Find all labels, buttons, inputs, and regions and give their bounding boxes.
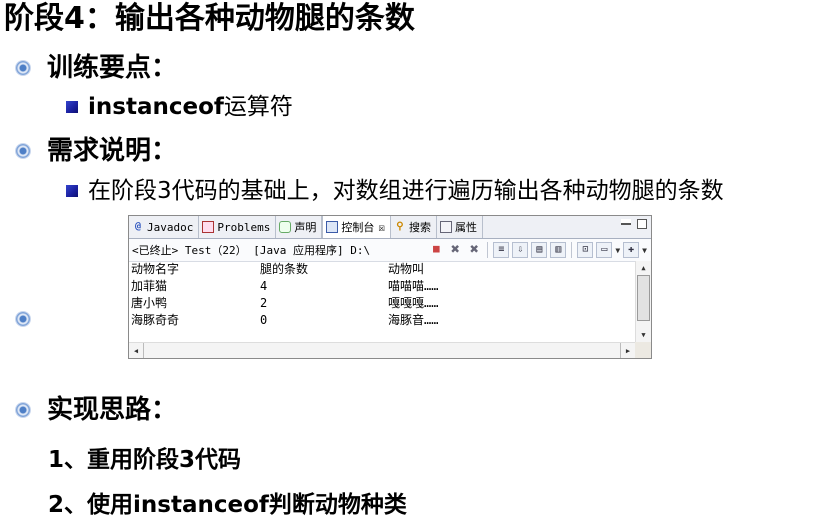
console-status-bar: <已终止> Test（22） [Java 应用程序] D:\ ■ ✖ ✖ ≡ ⇩… <box>129 239 651 262</box>
minimize-button[interactable] <box>621 219 631 225</box>
at-icon: @ <box>134 221 142 232</box>
leg-count: 4 <box>260 279 268 293</box>
scrollbar-corner <box>635 342 651 358</box>
console-row: 唐小鸭 2 嘎嘎嘎…… <box>129 295 635 312</box>
requirement-item: 在阶段3代码的基础上，对数组进行遍历输出各种动物腿的条数 <box>66 177 724 205</box>
bullet-circle-icon <box>16 144 30 158</box>
toolbar-separator <box>571 242 573 258</box>
close-icon[interactable]: ☒ <box>378 221 385 234</box>
maximize-button[interactable] <box>637 219 647 229</box>
chevron-down-icon[interactable]: ▼ <box>642 246 647 255</box>
toolbar-separator <box>487 242 489 258</box>
header-animal-name: 动物名字 <box>131 262 180 276</box>
view-window-controls <box>621 219 647 229</box>
tab-properties[interactable]: 属性 <box>437 216 483 238</box>
animal-name: 唐小鸭 <box>131 296 168 310</box>
scroll-lock-icon[interactable]: ⇩ <box>512 242 529 258</box>
tab-label: Problems <box>217 220 271 234</box>
console-status-text: <已终止> Test（22） [Java 应用程序] D:\ <box>132 244 371 257</box>
keyword-text: instanceof <box>88 94 224 120</box>
section-implementation: 实现思路： <box>16 395 177 425</box>
view-tab-bar: @ Javadoc Problems 声明 控制台 ☒ ⚲ 搜索 属性 <box>129 216 651 239</box>
scroll-up-icon[interactable]: ▲ <box>636 261 651 275</box>
horizontal-scrollbar[interactable]: ◀ ▶ <box>129 342 635 358</box>
properties-icon <box>439 221 452 233</box>
animal-sound: 海豚音…… <box>388 313 439 327</box>
bullet-circle-icon <box>16 403 30 417</box>
section-heading: 训练要点： <box>47 53 178 83</box>
tab-label: 搜索 <box>408 221 431 234</box>
problems-icon <box>202 221 215 233</box>
chevron-down-icon[interactable]: ▼ <box>615 246 620 255</box>
scrollbar-thumb[interactable] <box>637 275 650 321</box>
animal-name: 海豚奇奇 <box>131 313 180 327</box>
slide-title: 阶段4：输出各种动物腿的条数 <box>4 1 415 36</box>
training-point-item: instanceof运算符 <box>66 93 293 121</box>
leg-count: 0 <box>260 313 268 327</box>
pin-console-icon[interactable]: ⊡ <box>577 242 594 258</box>
header-leg-count: 腿的条数 <box>260 262 309 276</box>
console-bullet <box>16 312 30 326</box>
bullet-circle-icon <box>16 312 30 326</box>
tab-search[interactable]: ⚲ 搜索 <box>391 216 437 238</box>
remove-launch-icon[interactable]: ✖ <box>447 242 463 258</box>
console-row: 海豚奇奇 0 海豚音…… <box>129 312 635 329</box>
console-icon <box>326 221 339 233</box>
tab-problems[interactable]: Problems <box>199 216 277 238</box>
console-header-row: 动物名字 腿的条数 动物叫 <box>129 261 635 278</box>
section-heading: 需求说明： <box>47 136 178 166</box>
scroll-right-icon[interactable]: ▶ <box>620 343 635 358</box>
step-item: 1、重用阶段3代码 <box>48 447 242 473</box>
show-console-on-error-icon[interactable]: ▥ <box>550 242 567 258</box>
console-row: 加菲猫 4 喵喵喵…… <box>129 278 635 295</box>
tab-label: Javadoc <box>147 220 194 234</box>
tab-declaration[interactable]: 声明 <box>276 216 323 238</box>
bullet-square-icon <box>66 101 78 113</box>
animal-name: 加菲猫 <box>131 279 168 293</box>
remove-all-terminated-icon[interactable]: ✖ <box>466 242 482 258</box>
tab-label: 声明 <box>294 221 317 234</box>
declaration-icon <box>279 221 292 233</box>
step-item: 2、使用instanceof判断动物种类 <box>48 492 407 518</box>
item-text: 在阶段3代码的基础上，对数组进行遍历输出各种动物腿的条数 <box>88 178 724 204</box>
open-console-icon[interactable]: ✚ <box>623 242 640 258</box>
scroll-down-icon[interactable]: ▼ <box>636 328 651 342</box>
tab-label: 控制台 <box>341 221 375 234</box>
header-animal-sound: 动物叫 <box>388 262 425 276</box>
eclipse-console-panel: @ Javadoc Problems 声明 控制台 ☒ ⚲ 搜索 属性 <已终止… <box>128 215 652 359</box>
section-training-points: 训练要点： <box>16 53 177 83</box>
tab-console[interactable]: 控制台 ☒ <box>322 216 391 238</box>
section-requirements: 需求说明： <box>16 136 177 166</box>
terminate-icon[interactable]: ■ <box>428 242 444 258</box>
tab-javadoc[interactable]: @ Javadoc <box>129 216 200 238</box>
display-selected-console-icon[interactable]: ▭ <box>596 242 613 258</box>
tab-label: 属性 <box>454 221 477 234</box>
scroll-left-icon[interactable]: ◀ <box>129 343 144 358</box>
bullet-square-icon <box>66 185 78 197</box>
animal-sound: 嘎嘎嘎…… <box>388 296 439 310</box>
animal-sound: 喵喵喵…… <box>388 279 439 293</box>
search-icon: ⚲ <box>396 221 404 232</box>
leg-count: 2 <box>260 296 268 310</box>
show-console-on-output-icon[interactable]: ▤ <box>531 242 548 258</box>
console-toolbar: ■ ✖ ✖ ≡ ⇩ ▤ ▥ ⊡ ▭ ▼ ✚ ▼ <box>428 242 647 258</box>
section-heading: 实现思路： <box>47 395 178 425</box>
vertical-scrollbar[interactable]: ▲ ▼ <box>635 261 651 342</box>
clear-console-icon[interactable]: ≡ <box>493 242 510 258</box>
item-text: 运算符 <box>223 94 293 120</box>
console-output[interactable]: 动物名字 腿的条数 动物叫 加菲猫 4 喵喵喵…… 唐小鸭 2 嘎嘎嘎…… 海豚… <box>129 261 635 342</box>
bullet-circle-icon <box>16 61 30 75</box>
